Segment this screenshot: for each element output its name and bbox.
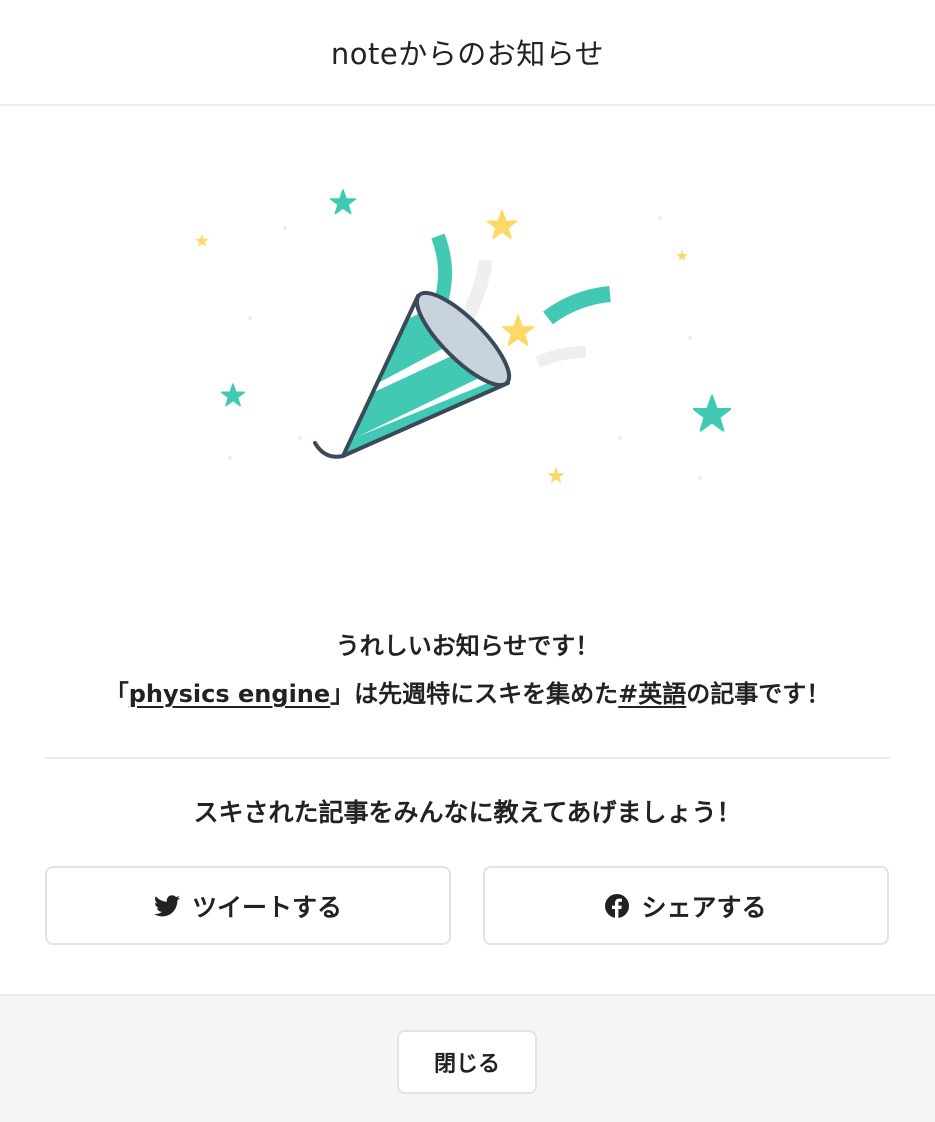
hashtag-link[interactable]: #英語 bbox=[618, 680, 686, 708]
star-teal-left bbox=[220, 383, 246, 407]
bracket-close: 」 bbox=[330, 680, 355, 708]
bracket-open: 「 bbox=[104, 680, 129, 708]
share-prompt: スキされた記事をみんなに教えてあげましょう！ bbox=[193, 798, 742, 827]
star-teal-right bbox=[692, 394, 732, 432]
facebook-share-button[interactable]: シェアする bbox=[483, 866, 889, 945]
streamer-teal-2 bbox=[543, 286, 611, 325]
announcement-tail-text: の記事です！ bbox=[686, 680, 831, 708]
modal-header: noteからのお知らせ bbox=[0, 0, 935, 106]
facebook-icon bbox=[605, 893, 630, 918]
modal-footer: 閉じる bbox=[0, 994, 935, 1122]
twitter-bird-icon bbox=[153, 894, 180, 917]
modal-title: noteからのお知らせ bbox=[330, 37, 605, 71]
announcement-line-2: 「physics engine」は先週特にスキを集めた#英語の記事です！ bbox=[0, 670, 935, 718]
announcement-line-1: うれしいお知らせです！ bbox=[335, 632, 600, 660]
star-yellow-bottom bbox=[547, 467, 565, 484]
announcement-mid-text: は先週特にスキを集めた bbox=[354, 680, 619, 708]
notification-modal: noteからのお知らせ うれしいお知らせです！ 「physics engine」… bbox=[0, 0, 935, 1122]
star-yellow-top bbox=[486, 210, 518, 240]
star-teal-top bbox=[329, 189, 357, 215]
star-yellow-right-small bbox=[676, 250, 688, 261]
star-yellow-left bbox=[195, 234, 209, 247]
tweet-button[interactable]: ツイートする bbox=[45, 866, 451, 945]
tweet-button-label: ツイートする bbox=[191, 892, 342, 922]
article-title-link[interactable]: physics engine bbox=[129, 680, 330, 708]
announcement-message: うれしいお知らせです！ 「physics engine」は先週特にスキを集めた#… bbox=[0, 622, 935, 718]
close-button[interactable]: 閉じる bbox=[397, 1030, 537, 1094]
party-cone bbox=[313, 290, 512, 459]
party-popper-illustration bbox=[195, 189, 732, 484]
star-yellow-mid bbox=[501, 315, 535, 346]
facebook-button-label: シェアする bbox=[641, 892, 767, 922]
streamer-gray-2 bbox=[535, 346, 587, 368]
section-divider bbox=[45, 757, 890, 759]
